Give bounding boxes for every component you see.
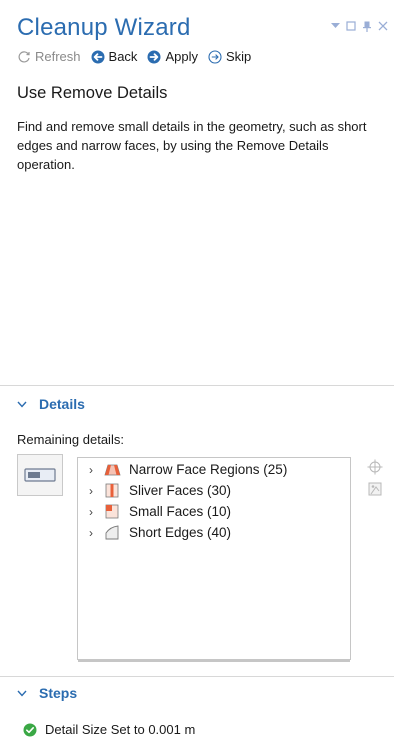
- refresh-label: Refresh: [35, 49, 81, 64]
- refresh-icon: [18, 50, 30, 62]
- remove-details-button[interactable]: [17, 454, 63, 496]
- skip-arrow-icon: [208, 49, 222, 64]
- chevron-right-icon[interactable]: ›: [86, 463, 96, 477]
- narrow-face-icon: [104, 464, 121, 476]
- sliver-face-icon: [105, 483, 119, 498]
- tree-item-small-faces[interactable]: › Small Faces (10): [86, 504, 231, 519]
- step-label: Detail Size Set to 0.001 m: [45, 722, 196, 737]
- tree-item-short-edges[interactable]: › Short Edges (40): [86, 525, 231, 540]
- remaining-details-label: Remaining details:: [17, 432, 124, 447]
- skip-button[interactable]: Skip: [208, 49, 251, 64]
- show-in-graphics-icon[interactable]: [367, 481, 383, 497]
- chevron-down-icon: [17, 397, 27, 411]
- tree-item-sliver-faces[interactable]: › Sliver Faces (30): [86, 483, 231, 498]
- toggle-selection-icon: [24, 468, 56, 482]
- back-button[interactable]: Back: [91, 49, 138, 64]
- refresh-button[interactable]: Refresh: [17, 49, 81, 64]
- wizard-toolbar: Refresh Back Apply Skip: [17, 49, 255, 64]
- details-divider: [0, 385, 394, 386]
- tree-item-label: Short Edges (40): [129, 525, 232, 540]
- tree-item-label: Sliver Faces (30): [129, 483, 232, 498]
- apply-button[interactable]: Apply: [147, 49, 198, 64]
- tree-side-toolbar: [367, 459, 383, 497]
- short-edge-icon: [105, 525, 119, 540]
- forward-arrow-icon: [147, 50, 161, 63]
- chevron-right-icon[interactable]: ›: [86, 526, 96, 540]
- dropdown-icon[interactable]: [330, 20, 340, 32]
- step-description: Find and remove small details in the geo…: [17, 119, 367, 172]
- small-face-icon: [105, 504, 119, 519]
- tree-item-label: Narrow Face Regions (25): [129, 462, 288, 477]
- back-label: Back: [108, 49, 138, 64]
- check-circle-icon: [23, 723, 37, 736]
- maximize-icon[interactable]: [346, 20, 356, 32]
- remaining-details-tree[interactable]: › Narrow Face Regions (25) › Sliver Face…: [77, 457, 351, 662]
- chevron-down-icon: [17, 686, 27, 700]
- skip-label: Skip: [225, 49, 252, 64]
- details-section-title: Details: [39, 396, 85, 412]
- window-title: Cleanup Wizard: [17, 14, 191, 41]
- back-arrow-icon: [91, 50, 105, 63]
- step-item: Detail Size Set to 0.001 m: [23, 722, 195, 737]
- chevron-right-icon[interactable]: ›: [86, 484, 96, 498]
- steps-divider: [0, 676, 394, 677]
- steps-section-title: Steps: [39, 685, 78, 701]
- step-heading: Use Remove Details: [17, 84, 168, 102]
- steps-section-header[interactable]: Steps: [17, 685, 77, 701]
- chevron-right-icon[interactable]: ›: [86, 505, 96, 519]
- details-section-header[interactable]: Details: [17, 396, 85, 412]
- apply-label: Apply: [165, 49, 198, 64]
- zoom-to-selection-icon[interactable]: [367, 459, 383, 475]
- tree-item-narrow-face-regions[interactable]: › Narrow Face Regions (25): [86, 462, 287, 477]
- cleanup-wizard-panel: Cleanup Wizard Refresh Back Apply Skip U…: [0, 0, 394, 755]
- window-controls: [330, 20, 388, 32]
- close-icon[interactable]: [378, 20, 388, 32]
- tree-item-label: Small Faces (10): [129, 504, 232, 519]
- pin-icon[interactable]: [362, 20, 372, 32]
